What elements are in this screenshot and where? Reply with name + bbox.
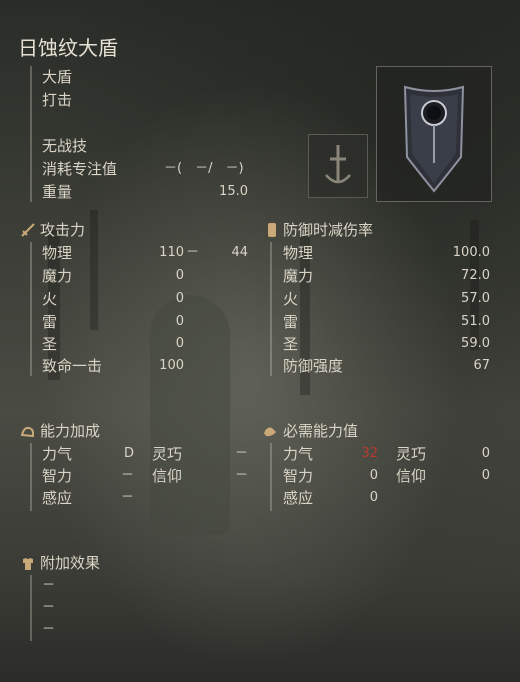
scaling-label-arc: 感应	[42, 489, 73, 507]
attack-value-fire: 0	[175, 291, 184, 306]
defense-value-magic: 72.0	[461, 268, 490, 283]
passive-header: 附加效果	[40, 554, 101, 572]
shield-icon	[268, 223, 276, 237]
passive-item: －	[42, 578, 56, 593]
scaling-value-str: D	[123, 446, 134, 461]
defense-header: 防御时减伤率	[283, 221, 374, 239]
scaling-value-arc: －	[120, 490, 134, 505]
requirements-divider	[270, 443, 272, 511]
defense-value-guard-boost: 67	[473, 358, 490, 373]
attack-value-holy: 0	[175, 336, 184, 351]
attack-label-magic: 魔力	[42, 267, 73, 285]
defense-value-physical: 100.0	[452, 245, 490, 260]
scaling-header: 能力加成	[40, 422, 101, 440]
weapon-name: 日蚀纹大盾	[18, 36, 118, 60]
attack-header: 攻击力	[40, 221, 86, 239]
attack-value-physical-bonus: 44	[231, 245, 248, 260]
defense-divider	[270, 242, 272, 376]
weight-value: 15.0	[219, 184, 248, 199]
passive-item: －	[42, 600, 56, 615]
req-label-arc: 感应	[283, 489, 314, 507]
hand-icon	[264, 427, 276, 437]
attack-type: 打击	[42, 91, 73, 109]
defense-value-fire: 57.0	[461, 291, 490, 306]
req-label-dex: 灵巧	[396, 445, 427, 463]
defense-value-holy: 59.0	[461, 336, 490, 351]
requirements-header: 必需能力值	[283, 422, 359, 440]
attack-label-critical: 致命一击	[42, 357, 103, 375]
scaling-label-dex: 灵巧	[152, 445, 183, 463]
skill-name: 无战技	[42, 137, 88, 155]
req-value-fai: 0	[481, 468, 490, 483]
info-divider	[30, 66, 32, 202]
ash-of-war-slot[interactable]	[308, 134, 368, 198]
sword-slot-icon	[325, 145, 351, 184]
scaling-value-int: －	[120, 468, 134, 483]
attack-label-holy: 圣	[42, 335, 58, 353]
shield-image	[403, 85, 465, 193]
scaling-divider	[30, 443, 32, 511]
req-value-int: 0	[369, 468, 378, 483]
weapon-type: 大盾	[42, 68, 73, 86]
defense-label-lightning: 雷	[283, 313, 299, 331]
defense-label-fire: 火	[283, 290, 299, 308]
arm-icon	[20, 426, 34, 438]
req-label-str: 力气	[283, 445, 314, 463]
req-value-str: 32	[361, 446, 378, 461]
attack-value-magic: 0	[175, 268, 184, 283]
defense-label-guard-boost: 防御强度	[283, 357, 344, 375]
req-value-arc: 0	[369, 490, 378, 505]
req-value-dex: 0	[481, 446, 490, 461]
req-label-fai: 信仰	[396, 467, 427, 485]
attack-divider	[30, 242, 32, 376]
defense-value-lightning: 51.0	[461, 314, 490, 329]
fp-cost-label: 消耗专注值	[42, 160, 118, 178]
armor-icon	[23, 558, 33, 570]
attack-value-critical: 100	[159, 358, 184, 373]
weight-label: 重量	[42, 183, 73, 201]
scaling-label-fai: 信仰	[152, 467, 183, 485]
attack-separator: －	[186, 245, 200, 260]
attack-label-lightning: 雷	[42, 313, 58, 331]
scaling-value-fai: －	[234, 468, 248, 483]
defense-label-holy: 圣	[283, 335, 299, 353]
attack-value-lightning: 0	[175, 314, 184, 329]
defense-label-magic: 魔力	[283, 267, 314, 285]
scaling-value-dex: －	[234, 446, 248, 461]
req-label-int: 智力	[283, 467, 314, 485]
sword-icon	[21, 223, 35, 237]
passive-divider	[30, 575, 32, 641]
attack-label-physical: 物理	[42, 244, 73, 262]
scaling-label-str: 力气	[42, 445, 73, 463]
attack-label-fire: 火	[42, 290, 58, 308]
weapon-image	[376, 66, 492, 202]
scaling-label-int: 智力	[42, 467, 73, 485]
attack-value-physical: 110	[159, 245, 184, 260]
defense-label-physical: 物理	[283, 244, 314, 262]
passive-item: －	[42, 622, 56, 637]
fp-cost-value: －( －/ －)	[164, 161, 244, 176]
